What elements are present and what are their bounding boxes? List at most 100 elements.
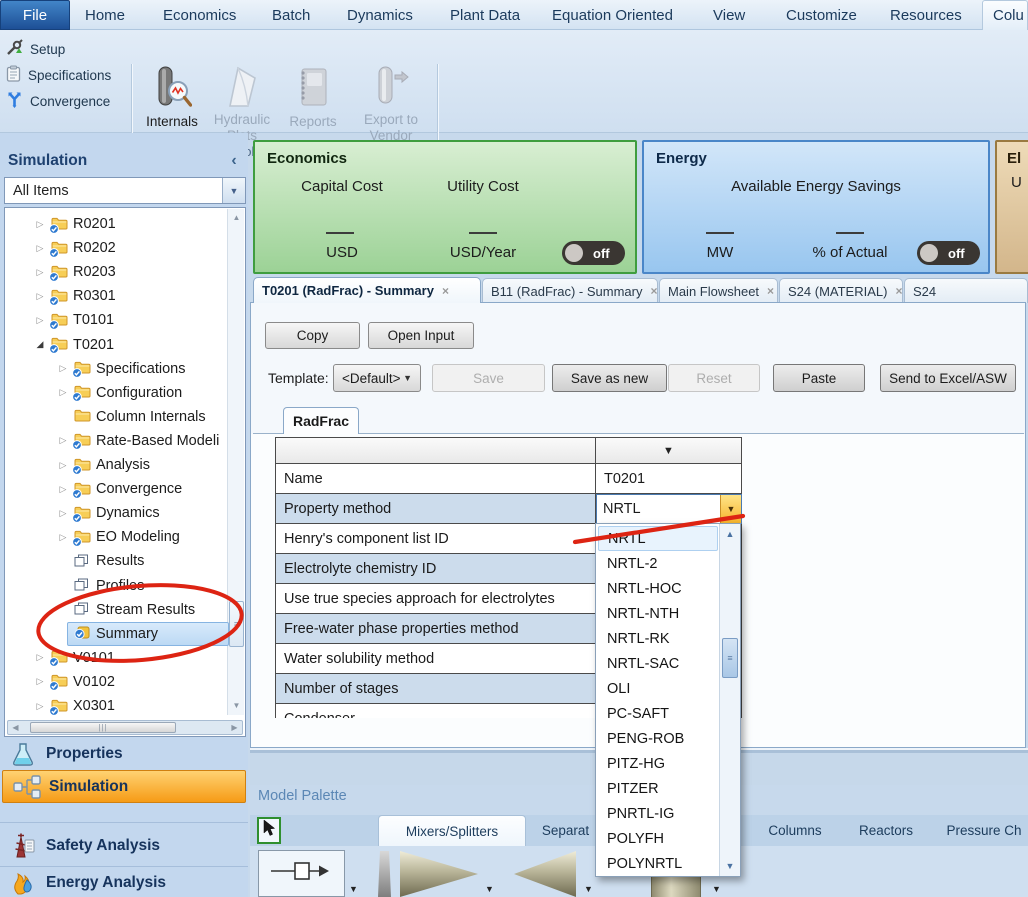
tree-expand-icon[interactable]: ▷ bbox=[34, 701, 46, 712]
dropdown-item-nrtl-nth[interactable]: NRTL-NTH bbox=[598, 601, 718, 626]
dropdown-scrollbar[interactable]: ▲ ≡ ▼ bbox=[719, 524, 740, 876]
scroll-down-icon[interactable]: ▼ bbox=[722, 858, 738, 874]
scroll-up-icon[interactable]: ▲ bbox=[722, 526, 738, 542]
tree-item-profiles[interactable]: Profiles bbox=[5, 574, 231, 598]
tab-radfrac[interactable]: RadFrac bbox=[283, 407, 359, 434]
palette-tab-separat[interactable]: Separat bbox=[536, 815, 595, 846]
close-icon[interactable]: × bbox=[650, 284, 657, 298]
menu-item-plant-data[interactable]: Plant Data bbox=[450, 0, 520, 30]
menu-item-economics[interactable]: Economics bbox=[163, 0, 236, 30]
menu-item-customize[interactable]: Customize bbox=[786, 0, 857, 30]
stream-model-dropdown-icon[interactable]: ▼ bbox=[349, 884, 358, 894]
tree-expand-icon[interactable]: ▷ bbox=[57, 435, 69, 446]
pane-button-energy-analysis[interactable]: Energy Analysis bbox=[0, 868, 248, 897]
column-filter-icon[interactable]: ▼ bbox=[596, 445, 741, 457]
file-menu-tab[interactable]: File bbox=[0, 0, 70, 30]
tree-expand-icon[interactable]: ▷ bbox=[34, 267, 46, 278]
dropdown-item-oli[interactable]: OLI bbox=[598, 676, 718, 701]
tree-expand-icon[interactable]: ▷ bbox=[57, 387, 69, 398]
palette-tab-pressure-ch[interactable]: Pressure Ch bbox=[940, 815, 1028, 846]
tree-item-column-internals[interactable]: Column Internals bbox=[5, 405, 231, 429]
specifications-button[interactable]: Specifications bbox=[6, 62, 128, 88]
tree-item-x0301[interactable]: ▷X0301 bbox=[5, 694, 231, 718]
tree-item-rate-based-modeli[interactable]: ▷Rate-Based Modeli bbox=[5, 429, 231, 453]
tree-horizontal-scrollbar[interactable]: ◀ ||| ▶ bbox=[7, 720, 243, 735]
column-model-dropdown-icon[interactable]: ▼ bbox=[712, 884, 721, 894]
dropdown-item-nrtl-2[interactable]: NRTL-2 bbox=[598, 551, 718, 576]
document-tab-5[interactable]: S24 bbox=[904, 278, 1028, 303]
menu-item-resources[interactable]: Resources bbox=[890, 0, 962, 30]
ribbon-tab-column-partial[interactable]: Colu bbox=[982, 0, 1028, 30]
tree-item-configuration[interactable]: ▷Configuration bbox=[5, 381, 231, 405]
tree-expand-icon[interactable]: ▷ bbox=[34, 291, 46, 302]
tree-item-r0301[interactable]: ▷R0301 bbox=[5, 284, 231, 308]
tree-expand-icon[interactable]: ▷ bbox=[57, 484, 69, 495]
close-icon[interactable]: × bbox=[895, 284, 902, 298]
tree-scrollbar-thumb[interactable]: ≡ bbox=[229, 601, 244, 647]
select-mode-button[interactable] bbox=[257, 817, 281, 844]
dropdown-item-nrtl-rk[interactable]: NRTL-RK bbox=[598, 626, 718, 651]
tree-item-r0202[interactable]: ▷R0202 bbox=[5, 236, 231, 260]
document-tab-2[interactable]: B11 (RadFrac) - Summary× bbox=[482, 278, 658, 303]
save-as-new-button[interactable]: Save as new bbox=[552, 364, 667, 392]
panel-collapse-icon[interactable]: ‹ bbox=[224, 148, 244, 174]
scroll-right-icon[interactable]: ▶ bbox=[227, 721, 242, 734]
scroll-up-icon[interactable]: ▲ bbox=[229, 210, 244, 225]
dropdown-item-peng-rob[interactable]: PENG-ROB bbox=[598, 726, 718, 751]
tree-expand-icon[interactable]: ▷ bbox=[57, 460, 69, 471]
dropdown-item-polyfh[interactable]: POLYFH bbox=[598, 826, 718, 851]
dropdown-item-pitz-hg[interactable]: PITZ-HG bbox=[598, 751, 718, 776]
tree-item-v0101[interactable]: ▷V0101 bbox=[5, 646, 231, 670]
dropdown-item-polynrtl[interactable]: POLYNRTL bbox=[598, 851, 718, 876]
menu-item-equation-oriented[interactable]: Equation Oriented bbox=[552, 0, 673, 30]
tree-expand-icon[interactable]: ▷ bbox=[34, 219, 46, 230]
tree-filter-dropdown-button[interactable]: ▼ bbox=[222, 178, 245, 203]
pane-button-properties[interactable]: Properties bbox=[0, 739, 248, 769]
dropdown-item-nrtl-sac[interactable]: NRTL-SAC bbox=[598, 651, 718, 676]
pane-button-simulation[interactable]: Simulation bbox=[2, 770, 246, 803]
pane-button-safety-analysis[interactable]: Safety Analysis bbox=[0, 826, 248, 866]
tree-item-r0201[interactable]: ▷R0201 bbox=[5, 212, 231, 236]
tree-item-results[interactable]: Results bbox=[5, 549, 231, 573]
tree-filter-combo[interactable]: All Items bbox=[4, 177, 246, 204]
table-header-value-cell[interactable]: ▼ bbox=[596, 438, 742, 464]
palette-model-sliver[interactable] bbox=[378, 851, 391, 897]
close-icon[interactable]: × bbox=[767, 284, 774, 298]
palette-tab-reactors[interactable]: Reactors bbox=[845, 815, 927, 846]
open-input-button[interactable]: Open Input bbox=[368, 322, 474, 349]
tree-item-convergence[interactable]: ▷Convergence bbox=[5, 477, 231, 501]
dropdown-scrollbar-thumb[interactable]: ≡ bbox=[722, 638, 738, 678]
menu-item-batch[interactable]: Batch bbox=[272, 0, 310, 30]
copy-button[interactable]: Copy bbox=[265, 322, 360, 349]
send-to-excel-button[interactable]: Send to Excel/ASW bbox=[880, 364, 1016, 392]
menu-item-home[interactable]: Home bbox=[85, 0, 125, 30]
document-tab-1[interactable]: T0201 (RadFrac) - Summary× bbox=[253, 277, 481, 303]
close-icon[interactable]: × bbox=[442, 284, 449, 298]
document-tab-3[interactable]: Main Flowsheet× bbox=[659, 278, 778, 303]
convergence-button[interactable]: Convergence bbox=[6, 88, 128, 114]
dropdown-item-nrtl-hoc[interactable]: NRTL-HOC bbox=[598, 576, 718, 601]
tree-item-t0101[interactable]: ▷T0101 bbox=[5, 308, 231, 332]
energy-toggle[interactable]: off bbox=[917, 241, 980, 265]
tree-expand-icon[interactable]: ▷ bbox=[34, 315, 46, 326]
scroll-down-icon[interactable]: ▼ bbox=[229, 698, 244, 713]
economics-toggle[interactable]: off bbox=[562, 241, 625, 265]
setup-button[interactable]: Setup bbox=[6, 36, 128, 62]
template-combo[interactable]: <Default> ▼ bbox=[333, 364, 421, 392]
tree-expand-icon[interactable]: ▷ bbox=[57, 532, 69, 543]
combo-dropdown-button[interactable]: ▼ bbox=[720, 495, 741, 523]
tree-item-summary[interactable]: Summary bbox=[5, 622, 231, 646]
paste-button[interactable]: Paste bbox=[773, 364, 865, 392]
palette-stream-model[interactable] bbox=[258, 850, 345, 897]
document-tab-4[interactable]: S24 (MATERIAL)× bbox=[779, 278, 903, 303]
mixer-model-dropdown-icon[interactable]: ▼ bbox=[485, 884, 494, 894]
property-method-combo[interactable]: NRTL▼ bbox=[596, 494, 742, 524]
tree-item-dynamics[interactable]: ▷Dynamics bbox=[5, 501, 231, 525]
dropdown-item-pc-saft[interactable]: PC-SAFT bbox=[598, 701, 718, 726]
tree-item-v0102[interactable]: ▷V0102 bbox=[5, 670, 231, 694]
tree-expand-icon[interactable]: ▷ bbox=[34, 243, 46, 254]
tree-item-specifications[interactable]: ▷Specifications bbox=[5, 357, 231, 381]
internals-button[interactable]: Internals bbox=[138, 64, 206, 142]
tree-expand-icon[interactable]: ▷ bbox=[57, 508, 69, 519]
tree-collapse-icon[interactable]: ◢ bbox=[34, 339, 46, 350]
